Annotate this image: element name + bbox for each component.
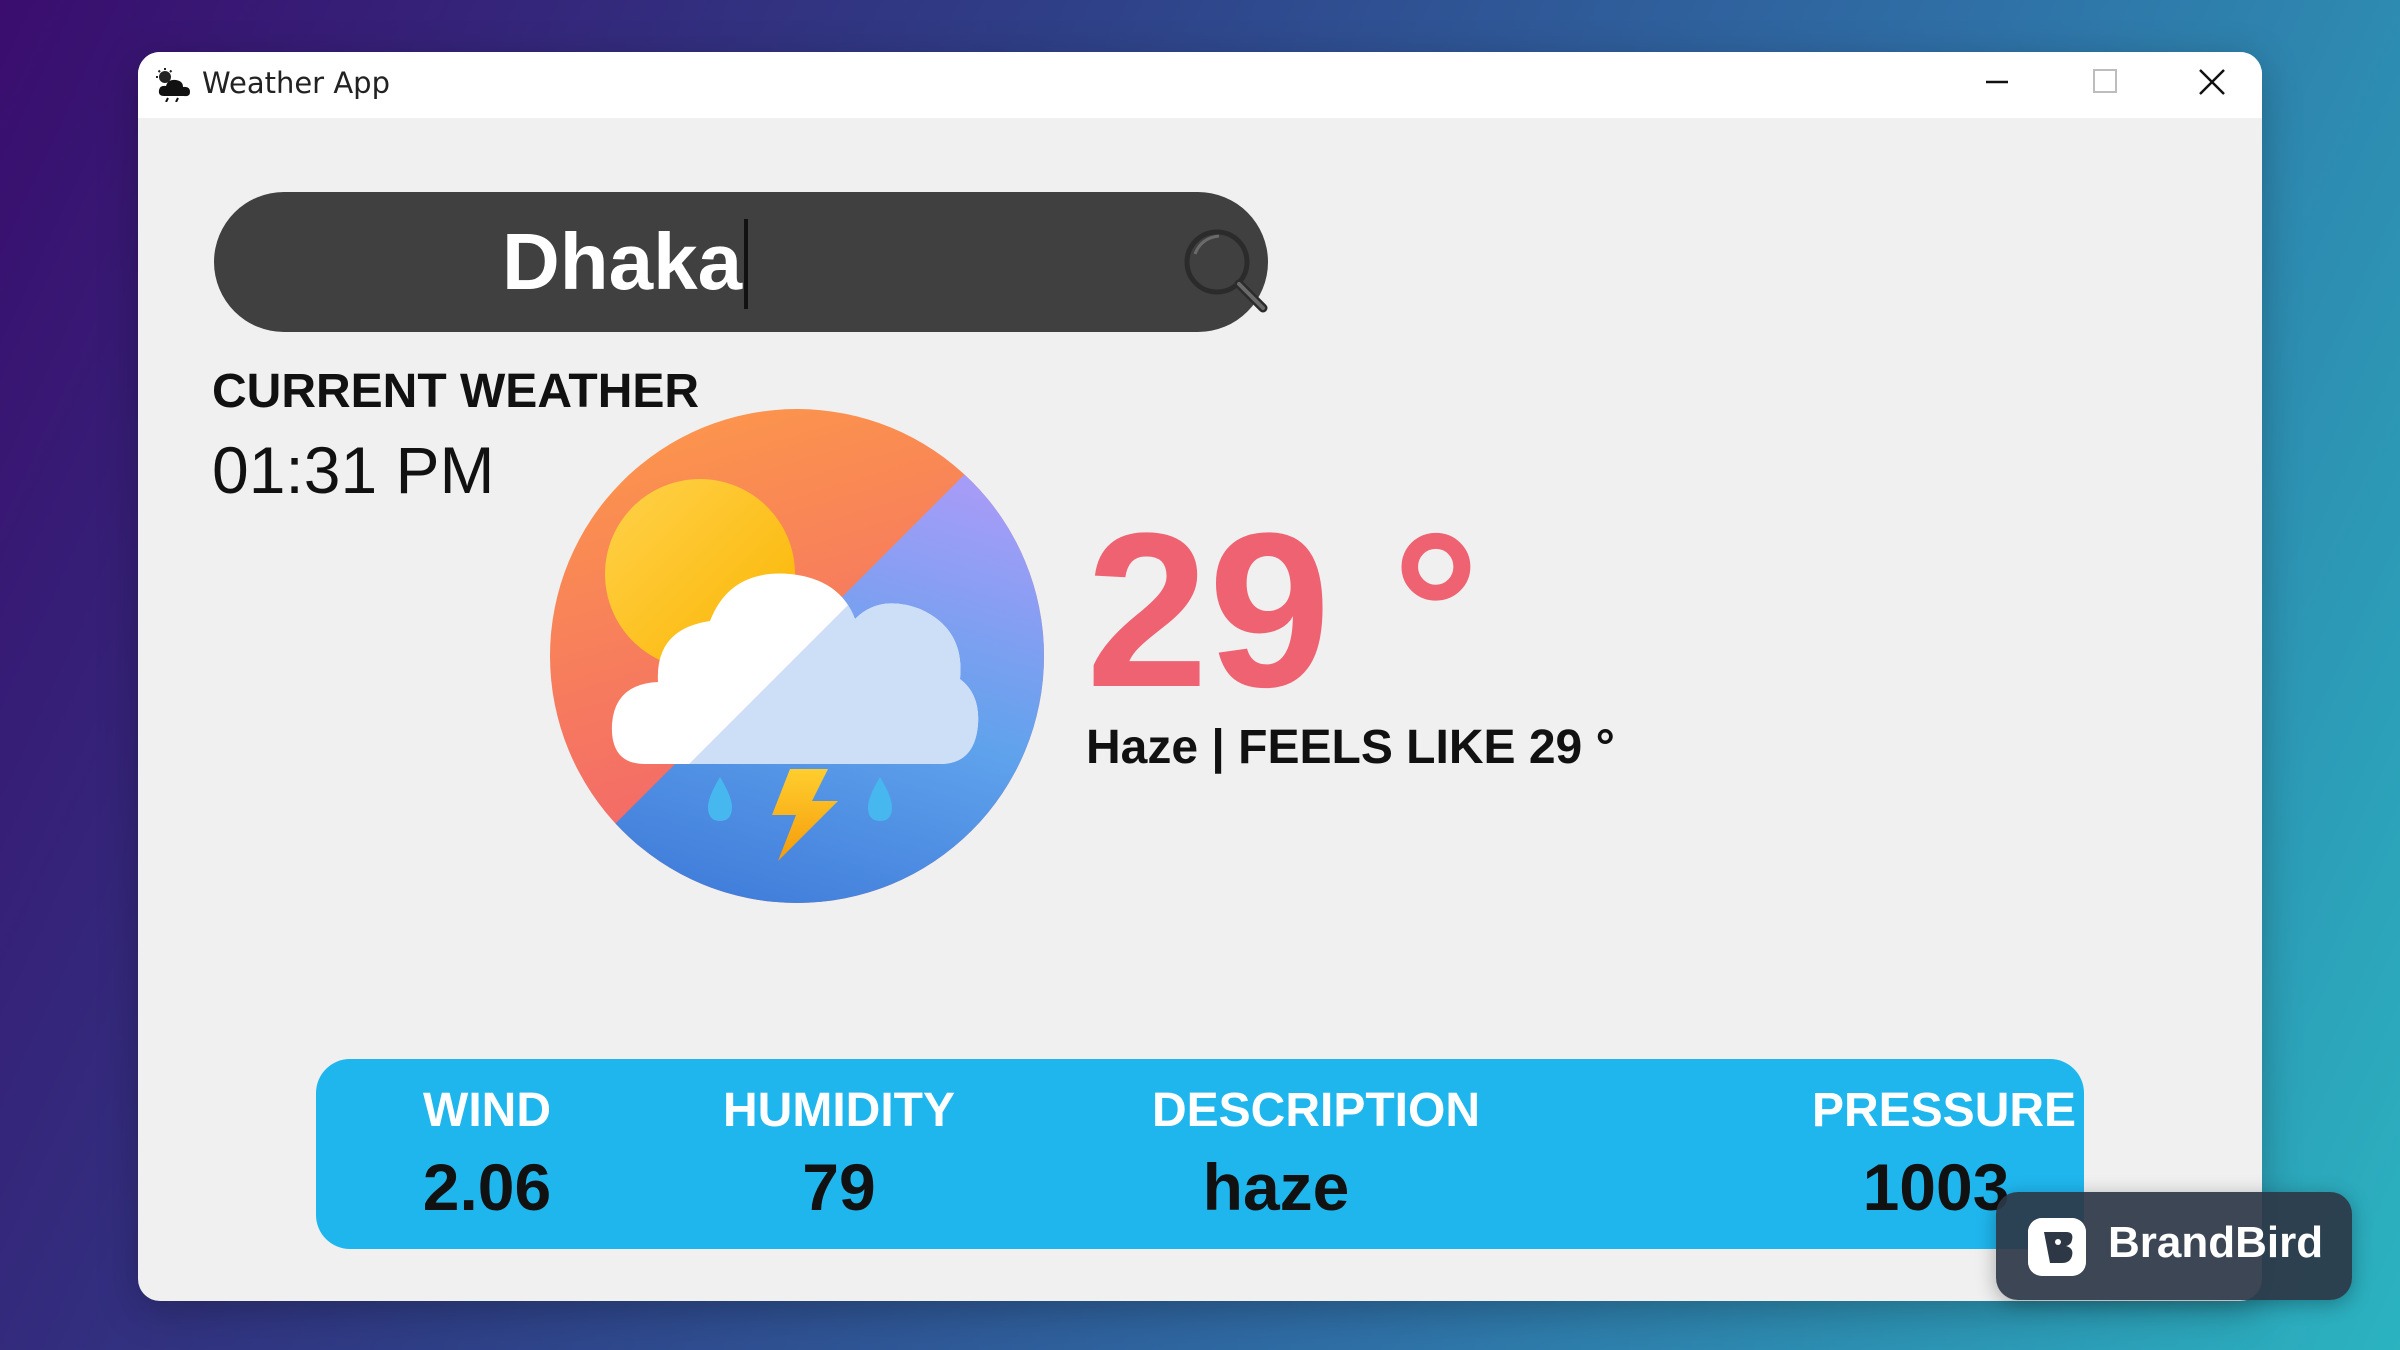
close-button[interactable] xyxy=(2162,52,2262,118)
minimize-button[interactable] xyxy=(1946,52,2046,118)
minimize-icon xyxy=(1986,80,2008,84)
feels-like-summary: Haze | FEELS LIKE 29 ° xyxy=(1086,721,1615,774)
stat-value: 79 xyxy=(802,1150,876,1224)
stat-label: HUMIDITY xyxy=(723,1084,955,1137)
text-caret xyxy=(744,218,749,309)
maximize-icon xyxy=(2093,69,2117,93)
search-input-value: Dhaka xyxy=(502,217,743,306)
stat-value: 2.06 xyxy=(422,1150,552,1224)
brandbird-label: BrandBird xyxy=(2108,1218,2324,1267)
close-icon xyxy=(2199,69,2225,95)
stat-value: haze xyxy=(1202,1150,1350,1224)
brandbird-watermark-badge: BrandBird xyxy=(1996,1192,2352,1300)
window-title: Weather App xyxy=(202,66,390,100)
stat-label: WIND xyxy=(423,1084,551,1137)
search-icon[interactable] xyxy=(1179,224,1275,320)
temperature-value: 29 ° xyxy=(1086,487,1480,733)
maximize-button[interactable] xyxy=(2054,52,2154,118)
brandbird-logo-icon xyxy=(2028,1218,2086,1276)
current-time: 01:31 PM xyxy=(212,433,495,507)
city-search-bar[interactable]: Dhaka xyxy=(214,192,1268,332)
cloud-sun-icon xyxy=(156,68,190,102)
weather-app-window: Weather App Dhaka CURRENT WEATHER 01:31 … xyxy=(138,52,2262,1301)
stat-label: PRESSURE xyxy=(1811,1084,2077,1137)
title-bar[interactable]: Weather App xyxy=(138,52,2262,118)
thunderstorm-icon xyxy=(550,409,1044,903)
stat-label: DESCRIPTION xyxy=(1151,1084,1481,1137)
stat-value: 1003 xyxy=(1862,1150,2010,1224)
weather-stats-bar: WIND 2.06 HUMIDITY 79 DESCRIPTION haze P… xyxy=(316,1059,2084,1249)
city-search-input[interactable]: Dhaka xyxy=(502,214,749,313)
